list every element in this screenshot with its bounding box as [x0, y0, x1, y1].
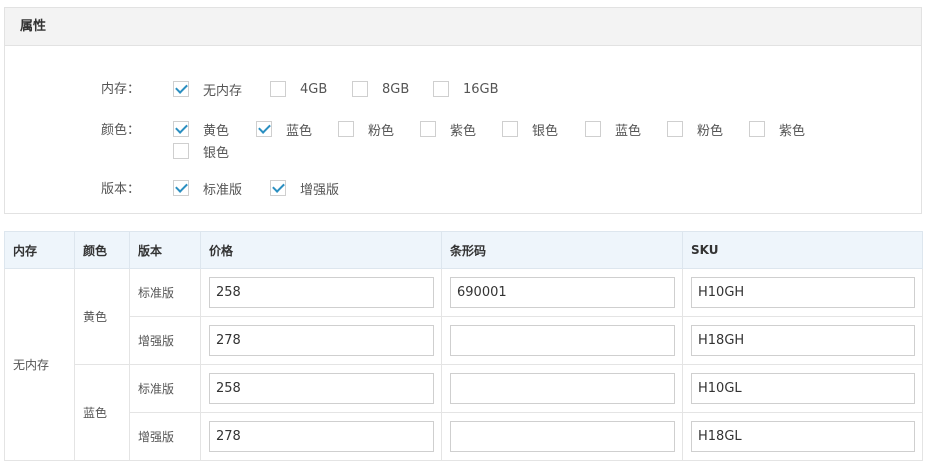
checkbox-checked-icon[interactable] [173, 121, 189, 137]
option-label: 粉色 [697, 123, 724, 139]
checkbox-checked-icon[interactable] [173, 81, 189, 97]
attr-label-color: 颜色： [101, 123, 141, 138]
header-memory: 内存 [4, 231, 75, 269]
option-label: 银色 [532, 123, 559, 139]
option-label: 8GB [382, 81, 410, 97]
option-color-blue[interactable]: 蓝色 [256, 120, 313, 139]
option-label: 粉色 [368, 123, 395, 139]
cell-memory-group: 无内存 [4, 268, 75, 461]
cell-barcode [441, 412, 683, 461]
header-color: 颜色 [74, 231, 130, 269]
sku-table: 内存 颜色 版本 价格 条形码 SKU 无内存 黄色 标准版 增强版 蓝色 标准… [4, 231, 923, 461]
option-label: 银色 [203, 145, 230, 161]
option-label: 16GB [463, 81, 499, 97]
option-label: 蓝色 [286, 123, 313, 139]
cell-color-group: 蓝色 [74, 364, 130, 461]
checkbox-checked-icon[interactable] [173, 180, 189, 196]
option-memory-16gb[interactable]: 16GB [433, 80, 499, 98]
cell-version: 增强版 [129, 412, 201, 461]
option-color-yellow[interactable]: 黄色 [173, 120, 230, 139]
option-color-silver[interactable]: 银色 [502, 120, 559, 139]
option-color-purple[interactable]: 紫色 [420, 120, 477, 139]
cell-version: 标准版 [129, 364, 201, 413]
checkbox-checked-icon[interactable] [256, 121, 272, 137]
checkbox-icon[interactable] [338, 121, 354, 137]
cell-barcode [441, 364, 683, 413]
option-label: 紫色 [450, 123, 477, 139]
attribute-panel: 属性 内存： 无内存 4GB 8GB 16GB 颜色： 黄色 蓝色 粉色 紫色 … [4, 7, 922, 214]
option-label: 标准版 [203, 182, 243, 198]
option-label: 黄色 [203, 123, 230, 139]
checkbox-icon[interactable] [749, 121, 765, 137]
option-color-blue-2[interactable]: 蓝色 [585, 120, 642, 139]
option-label: 蓝色 [615, 123, 642, 139]
option-memory-8gb[interactable]: 8GB [352, 80, 409, 98]
cell-price [200, 412, 442, 461]
barcode-input[interactable] [450, 373, 675, 404]
option-color-pink-2[interactable]: 粉色 [667, 120, 724, 139]
price-input[interactable] [209, 325, 434, 356]
cell-version: 标准版 [129, 268, 201, 317]
table-header-row: 内存 颜色 版本 价格 条形码 SKU [4, 231, 923, 269]
sku-input[interactable] [691, 277, 915, 308]
price-input[interactable] [209, 277, 434, 308]
cell-version: 增强版 [129, 316, 201, 365]
cell-sku [682, 268, 923, 317]
table-row: 无内存 黄色 标准版 [4, 268, 923, 461]
cell-sku [682, 316, 923, 365]
option-label: 增强版 [300, 182, 340, 198]
option-memory-none[interactable]: 无内存 [173, 80, 243, 99]
option-color-purple-2[interactable]: 紫色 [749, 120, 806, 139]
option-color-silver-2[interactable]: 银色 [173, 142, 230, 161]
option-color-pink[interactable]: 粉色 [338, 120, 395, 139]
option-version-enhanced[interactable]: 增强版 [270, 179, 340, 198]
checkbox-icon[interactable] [433, 81, 449, 97]
table-row: 蓝色 标准版 [5, 364, 923, 461]
option-label: 无内存 [203, 83, 243, 99]
header-barcode: 条形码 [441, 231, 683, 269]
header-version: 版本 [129, 231, 201, 269]
option-version-standard[interactable]: 标准版 [173, 179, 243, 198]
cell-price [200, 268, 442, 317]
table-row: 增强版 [5, 316, 923, 365]
cell-sku [682, 364, 923, 413]
checkbox-icon[interactable] [502, 121, 518, 137]
checkbox-icon[interactable] [667, 121, 683, 137]
panel-title: 属性 [5, 8, 921, 46]
checkbox-icon[interactable] [173, 143, 189, 159]
option-memory-4gb[interactable]: 4GB [270, 80, 327, 98]
price-input[interactable] [209, 421, 434, 452]
checkbox-icon[interactable] [420, 121, 436, 137]
sku-input[interactable] [691, 421, 915, 452]
barcode-input[interactable] [450, 421, 675, 452]
header-sku: SKU [682, 231, 923, 269]
sku-input[interactable] [691, 373, 915, 404]
option-label: 紫色 [779, 123, 806, 139]
price-input[interactable] [209, 373, 434, 404]
cell-price [200, 316, 442, 365]
cell-price [200, 364, 442, 413]
checkbox-icon[interactable] [352, 81, 368, 97]
barcode-input[interactable] [450, 325, 675, 356]
cell-sku [682, 412, 923, 461]
header-price: 价格 [200, 231, 442, 269]
cell-barcode [441, 268, 683, 317]
cell-barcode [441, 316, 683, 365]
attr-label-memory: 内存： [101, 82, 141, 97]
cell-color-group: 黄色 [74, 268, 130, 365]
sku-input[interactable] [691, 325, 915, 356]
table-row: 增强版 [5, 412, 923, 461]
option-label: 4GB [300, 81, 328, 97]
checkbox-checked-icon[interactable] [270, 180, 286, 196]
barcode-input[interactable] [450, 277, 675, 308]
checkbox-icon[interactable] [270, 81, 286, 97]
checkbox-icon[interactable] [585, 121, 601, 137]
attr-label-version: 版本： [101, 182, 141, 197]
